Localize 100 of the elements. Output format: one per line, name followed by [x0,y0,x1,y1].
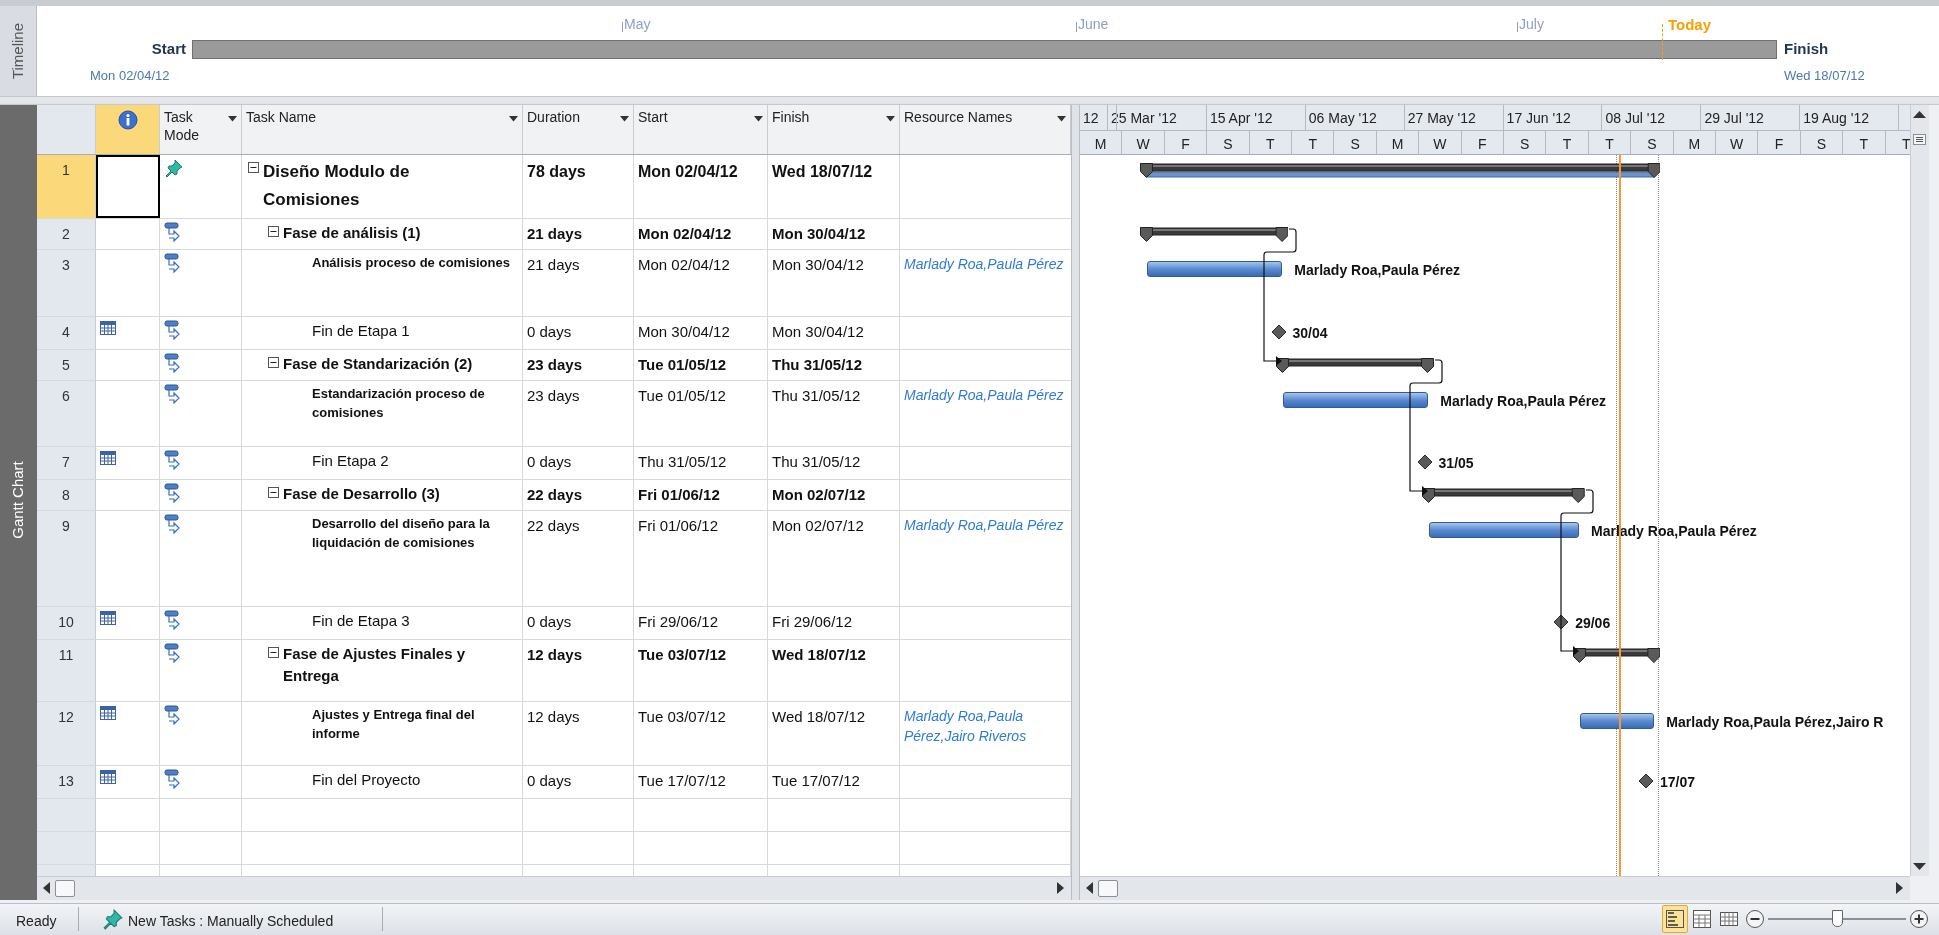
select-all-cell[interactable] [37,105,96,154]
caret-icon [1057,116,1066,122]
sheet-view-icon [1692,909,1712,929]
horizontal-scrollbar[interactable] [37,876,1071,900]
collapse-icon[interactable] [248,162,259,173]
row-number[interactable]: 12 [37,702,96,765]
timeline-month-label: June [1078,15,1109,34]
task-name: Fin Etapa 2 [312,451,389,471]
timeline-month-label: July [1519,15,1544,34]
task-duration: 23 days [527,387,580,404]
timescale-label: F [1164,130,1208,154]
scroll-left-icon[interactable] [43,882,50,894]
timeline-start-date: Mon 02/04/12 [90,67,170,85]
task-finish-date: Fri 29/06/12 [772,613,853,630]
scroll-left-icon[interactable] [1086,882,1093,894]
indicator-cell[interactable] [96,155,160,218]
column-header[interactable]: Start [634,105,768,154]
task-bar[interactable] [1146,261,1283,277]
task-name: Fase de Standarización (2) [283,354,473,374]
caret-icon [886,116,895,122]
summary-bar[interactable] [1139,163,1661,181]
column-header[interactable]: Duration [523,105,634,154]
row-header-cell[interactable] [37,799,96,831]
resource-names: Marlady Roa,Paula Pérez [904,516,1065,535]
task-duration: 21 days [527,225,583,242]
scroll-down-icon[interactable] [1913,862,1926,871]
zoom-in-icon[interactable] [1909,909,1929,929]
new-tasks-mode[interactable]: New Tasks : Manually Scheduled [128,911,334,932]
task-start-date: Tue 17/07/12 [638,772,726,789]
task-start-date: Mon 30/04/12 [638,323,730,340]
column-header-label: Duration [527,108,580,126]
row-number[interactable]: 13 [37,766,96,798]
scrollbar-thumb[interactable] [1098,880,1118,897]
gantt-view-icon [1665,909,1685,929]
task-finish-date: Thu 31/05/12 [772,356,863,373]
summary-bar[interactable] [1276,358,1435,374]
collapse-icon[interactable] [268,487,279,498]
summary-bar[interactable] [1573,648,1661,664]
row-number[interactable]: 2 [37,219,96,249]
row-number[interactable]: 4 [37,317,96,349]
row-number[interactable]: 7 [37,447,96,479]
row-number[interactable]: 9 [37,511,96,606]
row-number[interactable]: 10 [37,607,96,639]
zoom-out-icon[interactable] [1745,909,1765,929]
zoom-slider-thumb[interactable] [1832,910,1843,927]
timescale-label: S [1207,130,1250,154]
column-header-label: Finish [772,108,810,126]
collapse-icon[interactable] [268,647,279,658]
task-bar[interactable] [1283,392,1429,408]
task-start-date: Mon 02/04/12 [638,256,730,273]
task-finish-date: Wed 18/07/12 [772,708,866,725]
collapse-icon[interactable] [268,357,279,368]
row-number[interactable]: 6 [37,381,96,446]
row-number[interactable]: 8 [37,480,96,510]
vertical-scrollbar[interactable] [1910,105,1929,876]
split-icon[interactable] [1913,134,1926,145]
timeline-today-label: Today [1668,15,1712,35]
column-header[interactable]: Task Mode [160,105,242,154]
scroll-up-icon[interactable] [1913,110,1926,119]
task-start-date: Fri 29/06/12 [638,613,719,630]
column-header-label: Task Mode [164,108,201,144]
milestone-diamond[interactable] [1637,773,1654,789]
task-finish-date: Wed 18/07/12 [772,646,866,663]
bar-label: 30/04 [1292,324,1328,343]
timescale-label: 15 Apr '12 [1206,105,1306,130]
column-header[interactable]: Task Name [242,105,523,154]
milestone-diamond[interactable] [1270,324,1287,340]
collapse-icon[interactable] [268,226,279,237]
task-finish-date: Wed 18/07/12 [772,163,873,180]
task-duration: 21 days [527,256,580,273]
summary-bar[interactable] [1422,488,1585,504]
task-duration: 22 days [527,517,580,534]
row-number[interactable]: 5 [37,350,96,380]
resource-names: Marlady Roa,Paula Pérez [904,255,1065,274]
horizontal-scrollbar[interactable] [1080,876,1910,900]
task-name: Análisis proceso de comisiones [312,254,510,272]
scroll-right-icon[interactable] [1057,882,1064,894]
task-duration: 22 days [527,486,583,503]
task-bar[interactable] [1429,522,1579,538]
row-header-cell[interactable] [37,832,96,864]
scrollbar-thumb[interactable] [55,880,75,897]
view-button[interactable] [1662,905,1688,933]
timescale-label: 19 Aug '12 [1800,105,1900,130]
column-header[interactable]: Finish [768,105,900,154]
scroll-right-icon[interactable] [1896,882,1903,894]
column-header-label: Task Name [246,108,317,126]
task-finish-date: Tue 17/07/12 [772,772,860,789]
task-name: Fase de Desarrollo (3) [283,484,440,504]
row-number[interactable]: 11 [37,640,96,701]
row-number[interactable]: 3 [37,250,96,316]
summary-bar[interactable] [1139,227,1289,243]
info-column-header[interactable] [96,105,160,154]
milestone-diamond[interactable] [1553,614,1570,630]
milestone-diamond[interactable] [1416,454,1433,470]
task-bar[interactable] [1580,713,1655,729]
timescale-label: S [1334,130,1377,154]
timescale-label: T [1249,130,1292,154]
timeline-start-label: Start [151,39,186,59]
timescale-label: M [1080,130,1123,154]
row-number[interactable]: 1 [37,155,96,218]
